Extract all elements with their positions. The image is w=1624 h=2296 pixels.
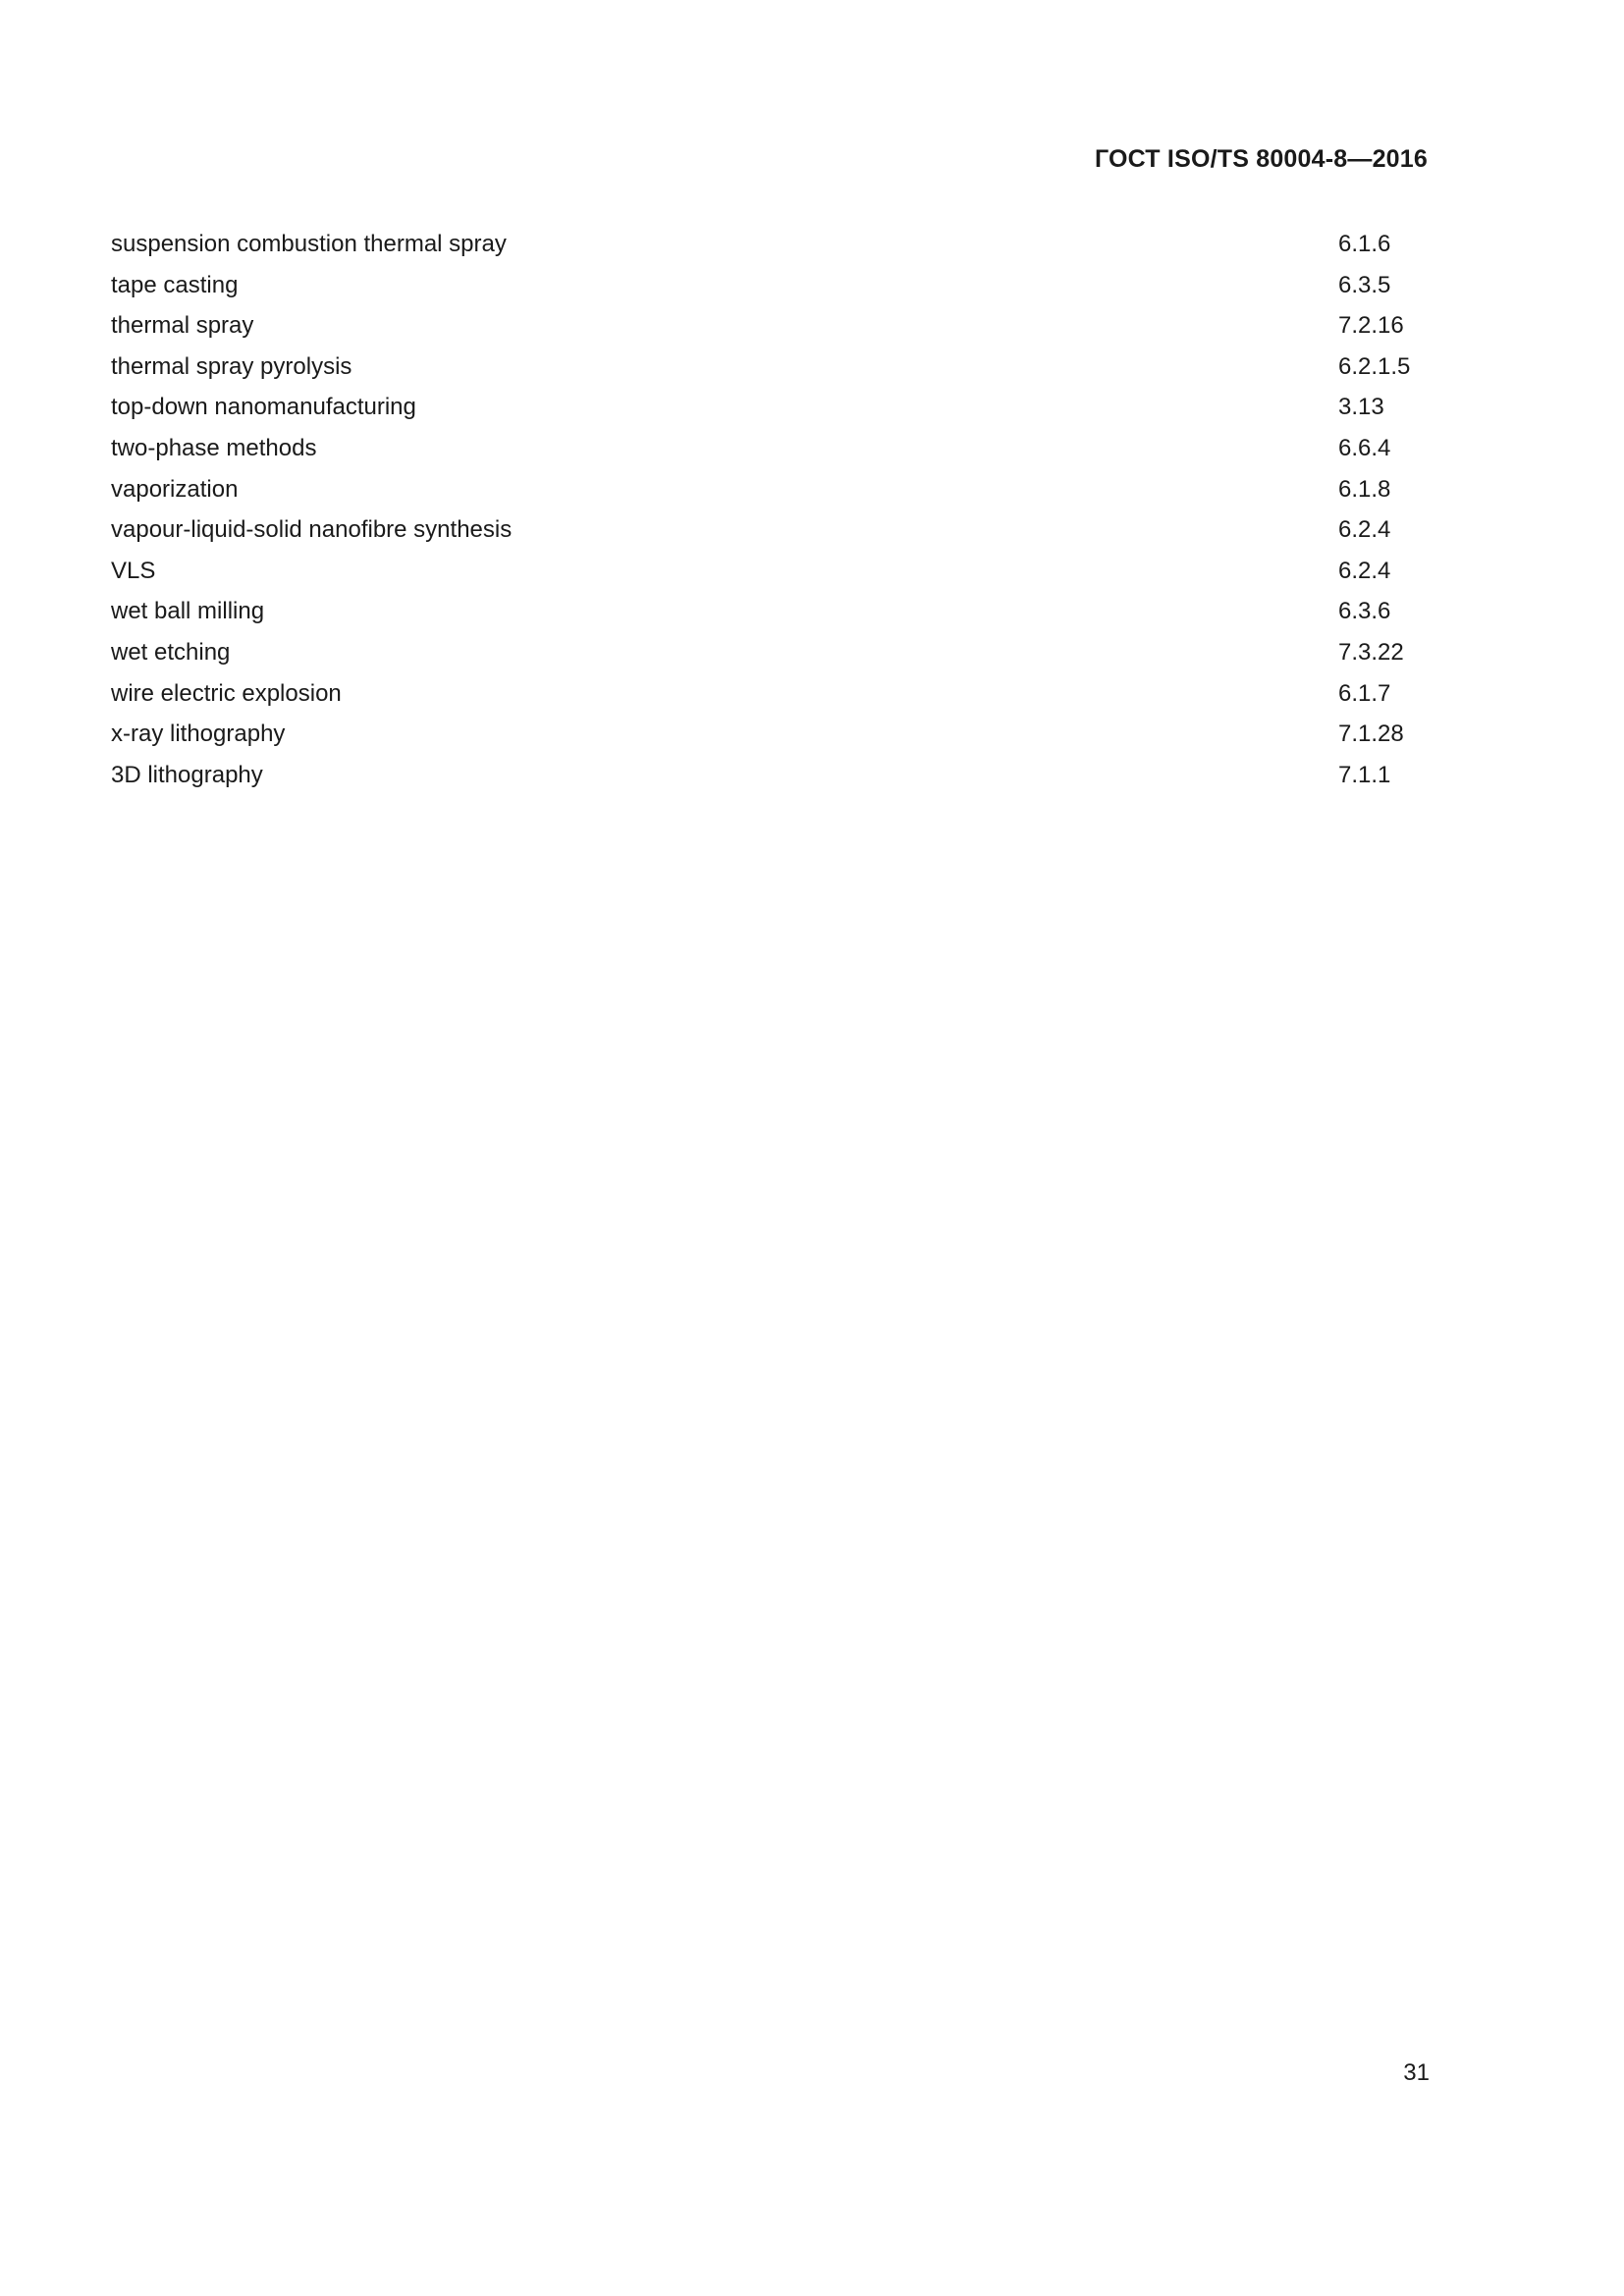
index-entry-term: wire electric explosion [111,679,342,707]
index-entry-term: vaporization [111,475,239,503]
document-page: ГОСТ ISO/TS 80004-8—2016 suspension comb… [0,0,1624,2296]
index-entry-reference: 6.3.5 [1338,271,1391,298]
index-entry-reference: 6.1.8 [1338,475,1391,503]
index-entry-reference: 6.3.6 [1338,598,1391,625]
index-entry-term: thermal spray pyrolysis [111,352,352,380]
index-entry-reference: 7.1.28 [1338,721,1404,748]
index-entry-row: tape casting 6.3.5 [111,265,1432,306]
index-entry-row: two-phase methods 6.6.4 [111,428,1432,469]
index-entry-reference: 6.1.6 [1338,231,1391,257]
running-header: ГОСТ ISO/TS 80004-8—2016 [1094,145,1428,173]
index-entry-reference: 3.13 [1338,394,1384,421]
index-entry-reference: 6.2.1.5 [1338,352,1411,380]
page-number: 31 [1403,2059,1430,2086]
index-entry-term: 3D lithography [111,761,263,788]
index-entry-term: tape casting [111,271,239,298]
index-entry-row: thermal spray 7.2.16 [111,305,1432,347]
index-entry-term: wet etching [111,638,231,666]
index-entry-row: VLS 6.2.4 [111,551,1432,592]
index-entry-row: wet etching 7.3.22 [111,632,1432,673]
index-entry-term: top-down nanomanufacturing [111,394,416,421]
index-entry-reference: 7.2.16 [1338,312,1404,340]
index-entry-term: thermal spray [111,312,254,340]
index-entry-term: suspension combustion thermal spray [111,231,507,257]
index-entry-row: thermal spray pyrolysis 6.2.1.5 [111,347,1432,388]
index-entry-term: two-phase methods [111,434,317,461]
index-entry-row: wet ball milling 6.3.6 [111,591,1432,632]
index-entry-row: x-ray lithography 7.1.28 [111,714,1432,755]
index-entry-row: suspension combustion thermal spray 6.1.6 [111,224,1432,265]
index-entry-row: wire electric explosion 6.1.7 [111,673,1432,715]
index-entry-term: vapour-liquid-solid nanofibre synthesis [111,516,513,544]
index-entry-reference: 6.6.4 [1338,434,1391,461]
index-entry-row: top-down nanomanufacturing 3.13 [111,387,1432,428]
index-entry-reference: 7.3.22 [1338,638,1404,666]
index-entry-reference: 6.2.4 [1338,557,1391,584]
index-entry-term: x-ray lithography [111,721,286,748]
index-entry-reference: 6.1.7 [1338,679,1391,707]
index-entry-term: VLS [111,557,156,584]
index-entry-reference: 6.2.4 [1338,516,1391,544]
index-entry-term: wet ball milling [111,598,265,625]
index-entry-reference: 7.1.1 [1338,761,1391,788]
index-entry-row: vaporization 6.1.8 [111,469,1432,510]
index-entry-row: 3D lithography 7.1.1 [111,755,1432,796]
alphabetical-index-list: suspension combustion thermal spray 6.1.6… [111,224,1432,795]
index-entry-row: vapour-liquid-solid nanofibre synthesis 6… [111,509,1432,551]
